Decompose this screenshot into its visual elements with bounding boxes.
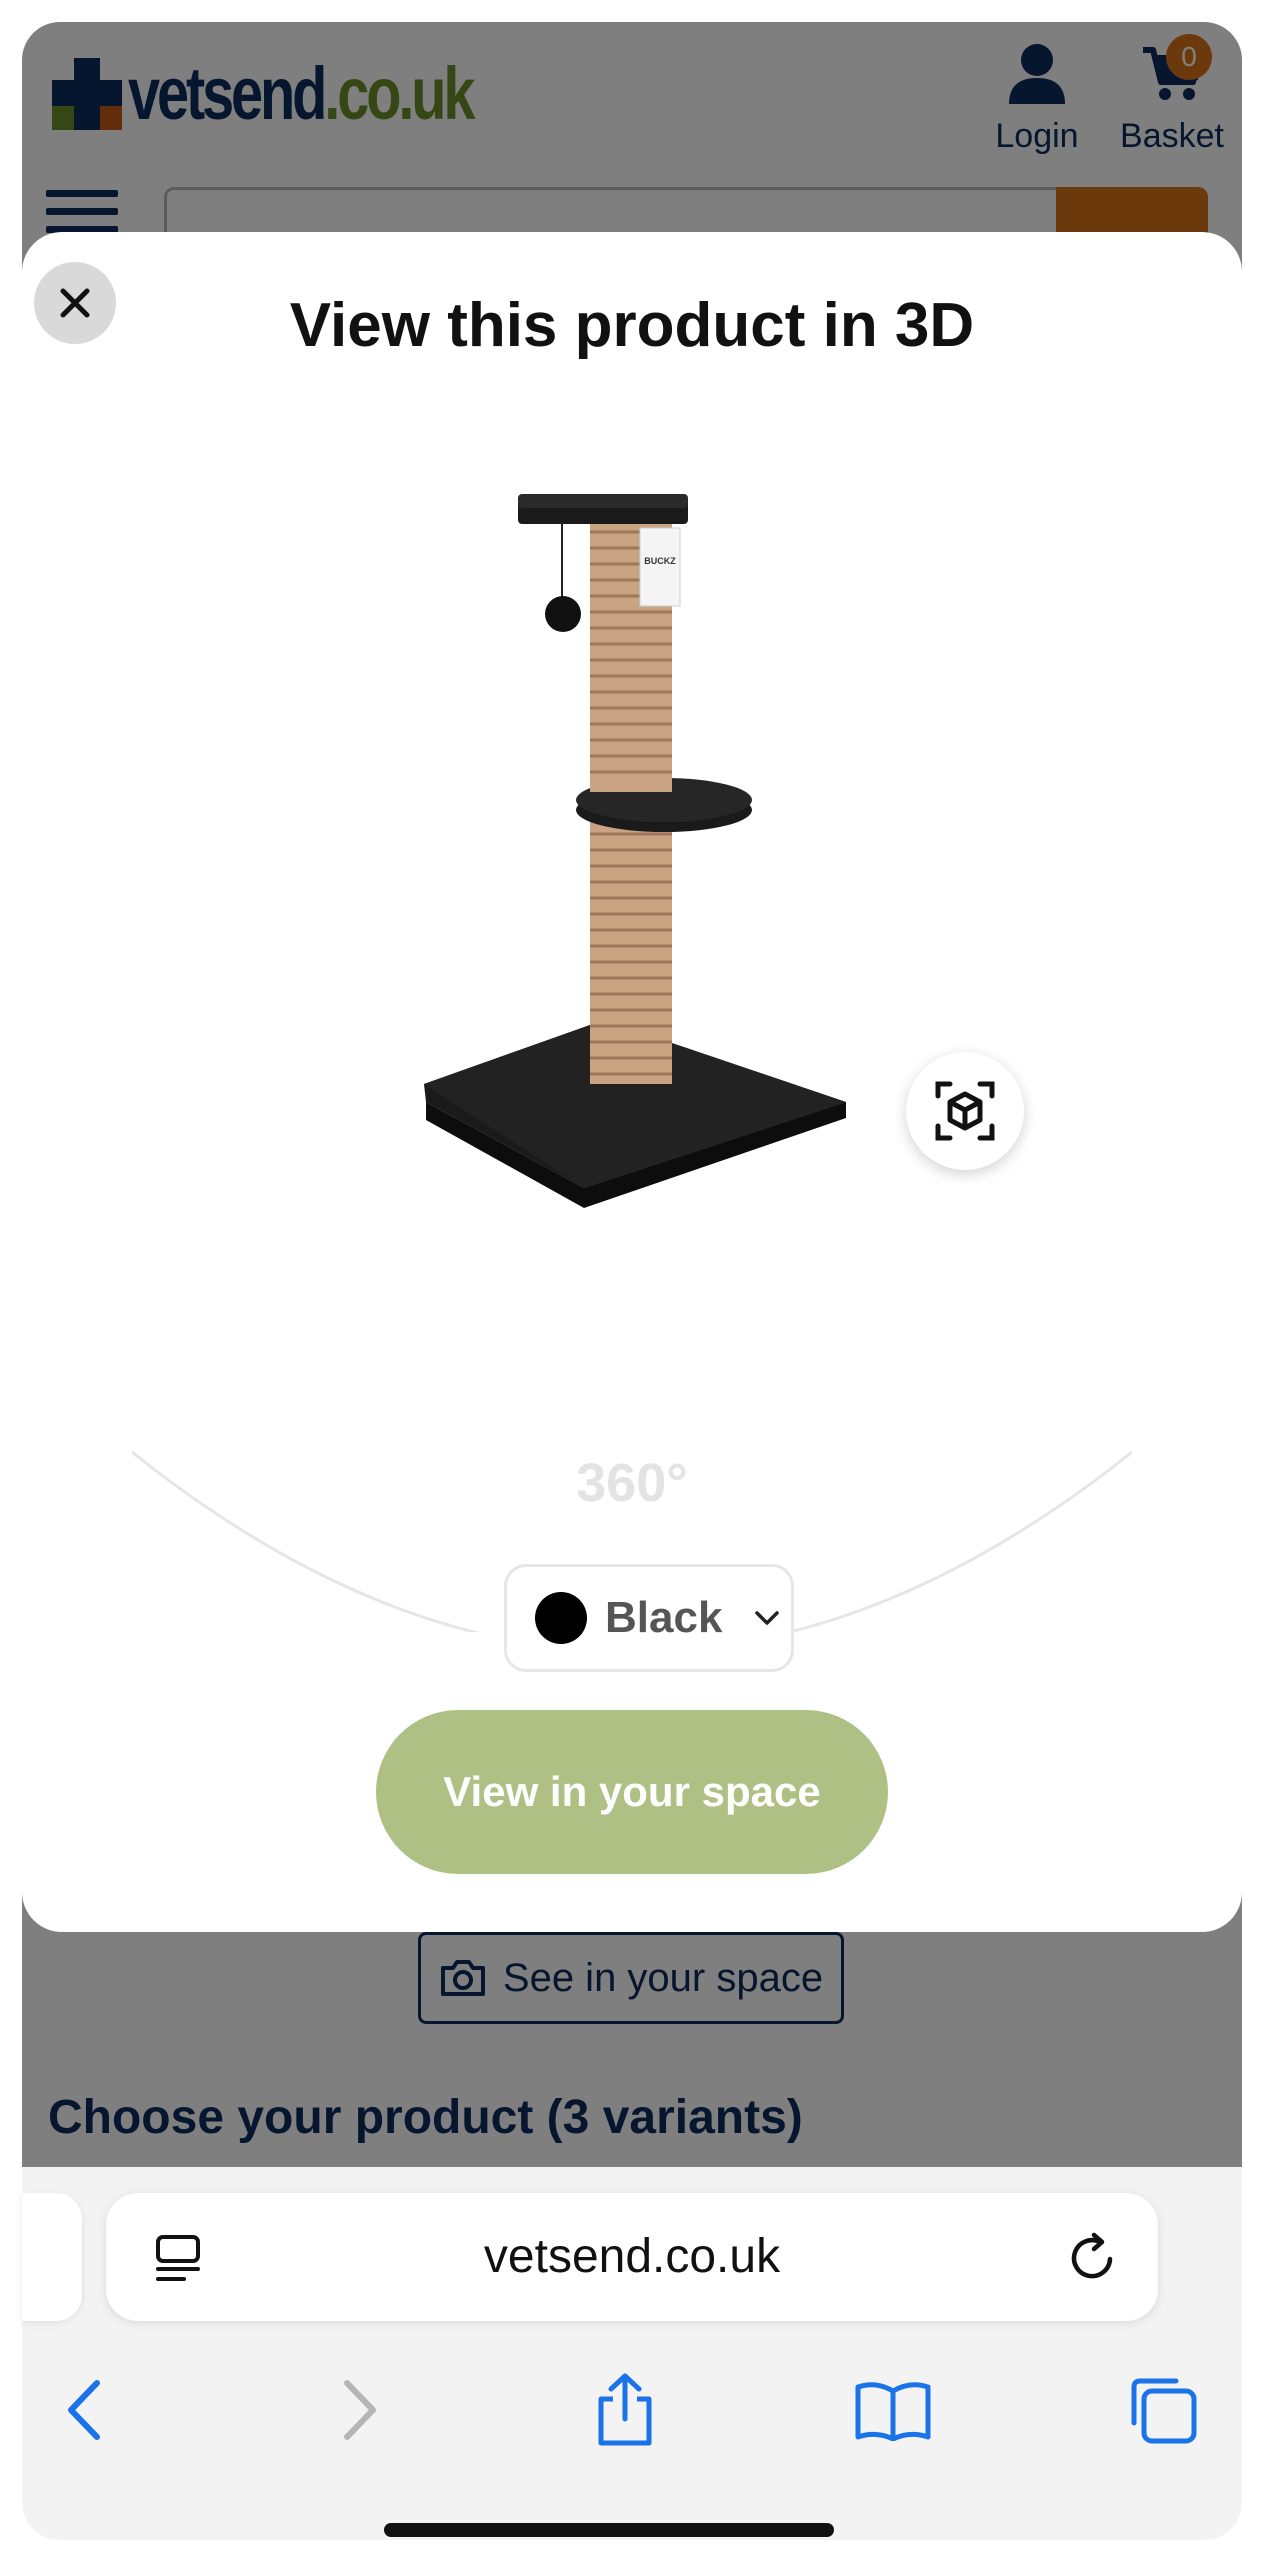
ar-cube-icon — [935, 1081, 995, 1141]
view-in-your-space-button[interactable]: View in your space — [376, 1710, 888, 1874]
share-icon — [598, 2373, 652, 2446]
chevron-right-icon — [344, 2380, 376, 2440]
rotation-label: 360° — [576, 1453, 688, 1513]
forward-button[interactable] — [314, 2365, 404, 2455]
browser-bottom-bar: vetsend.co.uk — [22, 2167, 1242, 2540]
ar-view-button[interactable] — [906, 1052, 1024, 1170]
3d-viewer[interactable]: BUCKZ — [22, 402, 1242, 1632]
product-model[interactable]: BUCKZ — [22, 402, 1242, 1632]
chevron-down-icon — [755, 1611, 780, 1625]
modal-title: View this product in 3D — [289, 291, 975, 360]
url-text: vetsend.co.uk — [483, 2230, 781, 2283]
back-button[interactable] — [40, 2365, 130, 2455]
previous-tab-peek[interactable] — [22, 2193, 82, 2321]
chevron-left-icon — [68, 2380, 100, 2440]
reload-icon[interactable] — [1064, 2229, 1120, 2285]
home-indicator — [384, 2523, 834, 2537]
address-bar[interactable]: vetsend.co.uk — [106, 2193, 1158, 2321]
product-tag-text: BUCKZ — [644, 556, 676, 566]
bookmarks-button[interactable] — [848, 2365, 938, 2455]
color-selected-label: Black — [605, 1593, 723, 1642]
tabs-icon — [1131, 2378, 1197, 2444]
share-button[interactable] — [580, 2365, 670, 2455]
color-swatch — [535, 1592, 587, 1644]
tabs-button[interactable] — [1118, 2365, 1208, 2455]
book-icon — [855, 2382, 931, 2441]
color-dropdown[interactable]: Black — [504, 1564, 794, 1672]
product-3d-modal: View this product in 3D BUCKZ 360° Black… — [22, 232, 1242, 1932]
